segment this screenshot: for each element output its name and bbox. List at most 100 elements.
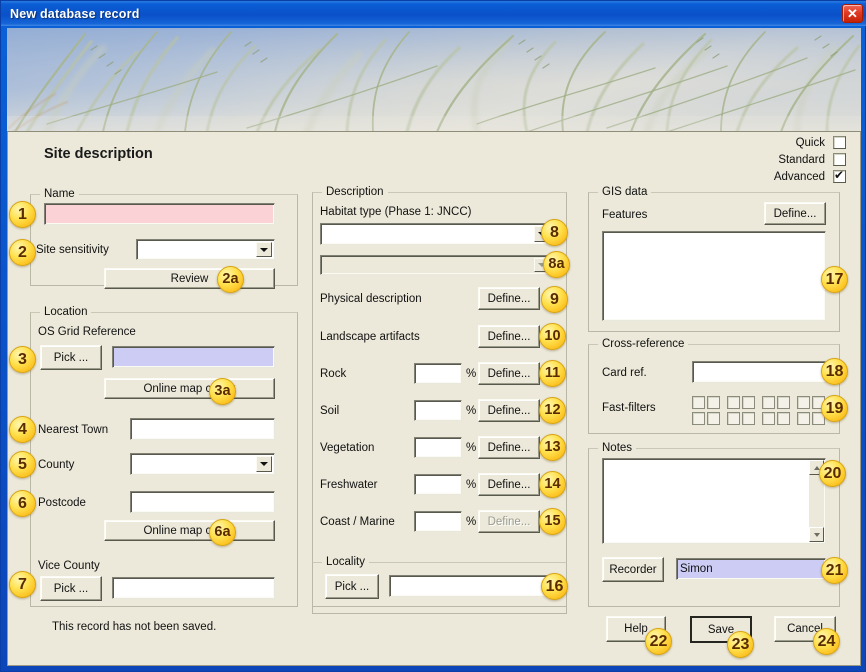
- callout-badge-4: 4: [9, 416, 36, 443]
- view-mode-standard-checkbox[interactable]: [833, 153, 846, 166]
- soil-define-button[interactable]: Define...: [478, 399, 540, 422]
- vegetation-label: Vegetation: [320, 442, 375, 454]
- view-mode-advanced-checkbox[interactable]: [833, 168, 846, 183]
- chevron-down-icon[interactable]: [256, 242, 272, 257]
- nearest-town-input[interactable]: [130, 418, 275, 440]
- habitat-type-select[interactable]: [320, 223, 553, 245]
- notes-textarea[interactable]: [602, 458, 826, 544]
- freshwater-percent-input[interactable]: [414, 474, 462, 495]
- online-map-check-button-2[interactable]: Online map check: [104, 520, 275, 541]
- view-mode-quick-label: Quick: [795, 136, 825, 149]
- nearest-town-label: Nearest Town: [38, 424, 109, 436]
- view-mode-quick-checkbox[interactable]: [833, 136, 846, 149]
- coast-marine-percent-input[interactable]: [414, 511, 462, 532]
- site-name-input[interactable]: [44, 203, 275, 225]
- fast-filter-checkbox[interactable]: [762, 396, 775, 409]
- callout-badge-17: 17: [821, 266, 848, 293]
- locality-input[interactable]: [389, 575, 553, 597]
- fast-filter-checkbox[interactable]: [742, 396, 755, 409]
- fast-filter-checkbox[interactable]: [707, 412, 720, 425]
- description-group-legend: Description: [322, 186, 388, 198]
- gis-features-content: [603, 232, 825, 238]
- callout-badge-18: 18: [821, 358, 848, 385]
- landscape-artifacts-define-button[interactable]: Define...: [478, 325, 540, 348]
- window-title: New database record: [10, 6, 140, 21]
- vice-county-input[interactable]: [112, 577, 275, 599]
- coast-marine-label: Coast / Marine: [320, 516, 395, 528]
- view-mode-advanced-label: Advanced: [773, 170, 825, 183]
- fast-filter-checkbox[interactable]: [762, 412, 775, 425]
- rock-define-button[interactable]: Define...: [478, 362, 540, 385]
- gis-features-define-button[interactable]: Define...: [764, 202, 826, 225]
- view-mode-quick[interactable]: Quick: [750, 134, 846, 151]
- record-status-text: This record has not been saved.: [52, 621, 217, 633]
- habitat-subtype-select[interactable]: [320, 255, 553, 275]
- physical-description-define-button[interactable]: Define...: [478, 287, 540, 310]
- online-map-check-button-1[interactable]: Online map check: [104, 378, 275, 399]
- page-title: Site description: [44, 146, 153, 162]
- vegetation-percent-input[interactable]: [414, 437, 462, 458]
- callout-badge-9: 9: [541, 286, 568, 313]
- callout-badge-7: 7: [9, 571, 36, 598]
- card-ref-label: Card ref.: [602, 367, 647, 379]
- review-button[interactable]: Review: [104, 268, 275, 289]
- fast-filter-checkbox[interactable]: [727, 412, 740, 425]
- soil-percent-input[interactable]: [414, 400, 462, 421]
- callout-badge-12: 12: [539, 397, 566, 424]
- fast-filter-pair: [762, 412, 790, 425]
- callout-badge-2: 2: [9, 239, 36, 266]
- callout-badge-6: 6: [9, 490, 36, 517]
- freshwater-percent-symbol: %: [466, 479, 477, 491]
- name-group-legend: Name: [40, 188, 79, 200]
- callout-badge-14: 14: [539, 471, 566, 498]
- rock-percent-symbol: %: [466, 368, 477, 380]
- fast-filter-checkbox[interactable]: [692, 396, 705, 409]
- freshwater-define-button[interactable]: Define...: [478, 473, 540, 496]
- postcode-label: Postcode: [38, 497, 86, 509]
- site-sensitivity-select[interactable]: [136, 239, 275, 260]
- fast-filter-pair: [762, 396, 790, 409]
- gis-features-label: Features: [602, 209, 648, 221]
- callout-badge-8: 8: [541, 219, 568, 246]
- fast-filter-checkbox[interactable]: [797, 396, 810, 409]
- site-sensitivity-label: Site sensitivity: [36, 244, 109, 256]
- card-ref-input[interactable]: [692, 361, 826, 383]
- postcode-input[interactable]: [130, 491, 275, 513]
- view-mode-standard[interactable]: Standard: [750, 151, 846, 168]
- callout-badge-22: 22: [645, 628, 672, 655]
- fast-filter-checkbox[interactable]: [707, 396, 720, 409]
- county-select[interactable]: [130, 453, 275, 475]
- banner-grass-illustration: [7, 28, 861, 131]
- fast-filter-pair: [692, 412, 720, 425]
- fast-filter-pair: [692, 396, 720, 409]
- close-icon[interactable]: ✕: [842, 4, 863, 23]
- recorder-button[interactable]: Recorder: [602, 557, 664, 582]
- fast-filter-checkbox[interactable]: [797, 412, 810, 425]
- locality-pick-button[interactable]: Pick ...: [325, 574, 379, 599]
- vice-county-pick-button[interactable]: Pick ...: [40, 576, 102, 601]
- recorder-input[interactable]: Simon: [676, 558, 826, 580]
- os-grid-reference-input[interactable]: [112, 346, 275, 368]
- os-grid-pick-button[interactable]: Pick ...: [40, 345, 102, 370]
- landscape-artifacts-label: Landscape artifacts: [320, 331, 420, 343]
- habitat-type-label: Habitat type (Phase 1: JNCC): [320, 206, 472, 218]
- notes-group-legend: Notes: [598, 442, 637, 454]
- fast-filter-checkbox[interactable]: [727, 396, 740, 409]
- callout-badge-21: 21: [821, 557, 848, 584]
- scroll-down-icon[interactable]: [809, 527, 824, 542]
- fast-filter-checkbox[interactable]: [777, 412, 790, 425]
- gis-features-listbox[interactable]: [602, 231, 826, 321]
- fast-filters-label: Fast-filters: [602, 402, 656, 414]
- fast-filter-checkbox[interactable]: [742, 412, 755, 425]
- vice-county-label: Vice County: [38, 560, 100, 572]
- header-banner-image: [7, 28, 861, 132]
- vegetation-define-button[interactable]: Define...: [478, 436, 540, 459]
- chevron-down-icon[interactable]: [256, 456, 272, 472]
- view-mode-advanced[interactable]: Advanced: [750, 168, 846, 185]
- dialog-window: New database record ✕ Site description Q…: [0, 0, 866, 672]
- fast-filters-grid: [692, 396, 832, 425]
- fast-filter-checkbox[interactable]: [692, 412, 705, 425]
- rock-percent-input[interactable]: [414, 363, 462, 384]
- fast-filter-checkbox[interactable]: [777, 396, 790, 409]
- callout-badge-19: 19: [821, 395, 848, 422]
